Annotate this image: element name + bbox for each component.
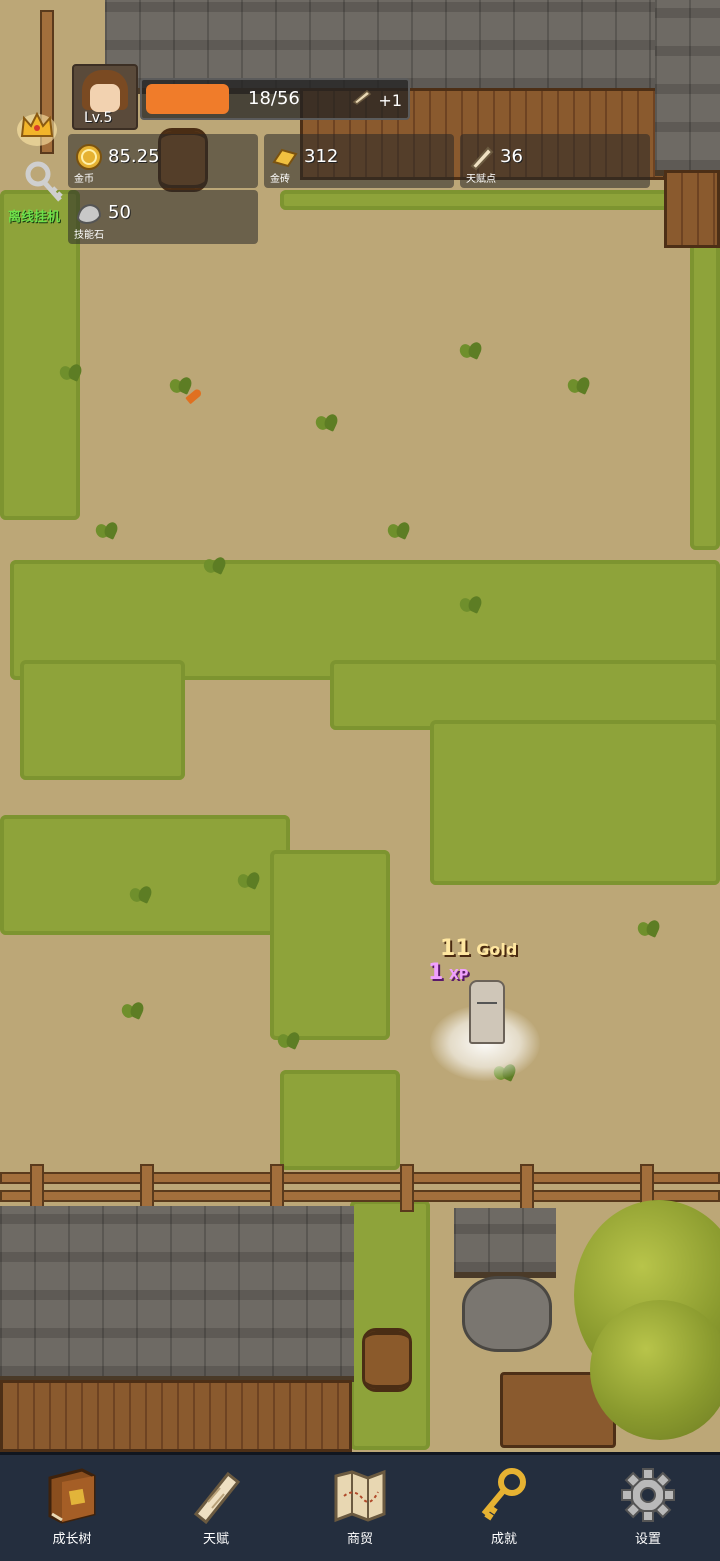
scroll-icon: [185, 1464, 247, 1526]
fence-post: [270, 1164, 284, 1212]
tree: [590, 1300, 720, 1440]
gold-coin-label: 金币: [74, 174, 94, 185]
grass-patch: [270, 850, 390, 1040]
scroll-icon: [466, 142, 496, 172]
crop-plant: [458, 594, 484, 616]
nav-achievement[interactable]: 成就: [432, 1455, 576, 1561]
idle-key-button[interactable]: [24, 160, 66, 208]
face: [90, 84, 120, 112]
fence-rail: [0, 1190, 720, 1202]
nav-settings-label: 设置: [634, 1532, 661, 1547]
key-icon: [473, 1464, 535, 1526]
crop-plant: [458, 340, 484, 362]
crop-plant: [314, 412, 340, 434]
nav-growth-tree[interactable]: 成长树: [0, 1455, 144, 1561]
nav-talent[interactable]: 天赋: [144, 1455, 288, 1561]
bottom-house-wall: [0, 1380, 352, 1452]
bottom-house-roof: [0, 1206, 354, 1382]
crop-plant: [386, 520, 412, 542]
grass-patch: [280, 1070, 400, 1170]
talent-points-value: 36: [500, 146, 523, 167]
grass-patch: [690, 240, 720, 550]
crop-plant: [636, 918, 662, 940]
nav-talent-label: 天赋: [202, 1532, 229, 1547]
xp-gain-popup: 1 XP: [428, 960, 468, 985]
crop-plant: [120, 1000, 146, 1022]
grass-patch: [430, 720, 720, 885]
xp-bonus: +1: [351, 88, 402, 110]
map-icon: [329, 1464, 391, 1526]
stone-icon: [74, 198, 104, 228]
gold-gain-amount: 11: [440, 936, 471, 961]
gold-coin-icon: [74, 142, 104, 172]
talent-points-label: 天赋点: [466, 174, 496, 185]
nav-achievement-label: 成就: [490, 1532, 517, 1547]
scroll-icon: [351, 89, 378, 110]
talent-points-box: 36 天赋点: [460, 134, 650, 188]
gear-icon: [617, 1464, 679, 1526]
fence-post: [30, 1164, 44, 1212]
gold-brick-value: 312: [304, 146, 339, 167]
gold-brick-box: 312 金砖: [264, 134, 454, 188]
character-eyes: [477, 1002, 497, 1008]
skill-stone-box: 50 技能石: [68, 190, 258, 244]
fence-post: [520, 1164, 534, 1212]
gold-gain-popup: 11 Gold: [440, 936, 517, 961]
xp-gain-amount: 1: [428, 960, 444, 985]
xp-gain-text: XP: [448, 968, 469, 983]
fence-post: [400, 1164, 414, 1212]
player-character[interactable]: [469, 980, 505, 1044]
skill-stone-label: 技能石: [74, 230, 104, 241]
xp-bonus-text: +1: [378, 91, 402, 110]
skill-stone-value: 50: [108, 202, 131, 223]
crop-plant: [202, 555, 228, 577]
gold-brick-label: 金砖: [270, 174, 290, 185]
barrel: [362, 1328, 412, 1392]
xp-bar-fill: [146, 84, 229, 114]
gold-coin-value: 85.25: [108, 146, 160, 167]
well-roof: [454, 1208, 556, 1278]
crop-plant: [58, 362, 84, 384]
gold-gain-text: Gold: [476, 940, 518, 959]
crown-icon[interactable]: [14, 106, 60, 148]
nav-growth-tree-label: 成长树: [52, 1532, 92, 1547]
gold-bar-icon: [270, 142, 300, 172]
stone-well: [462, 1276, 552, 1352]
nav-trade-label: 商贸: [346, 1532, 373, 1547]
book-icon: [41, 1464, 103, 1526]
right-house-wall: [664, 170, 720, 248]
xp-bar-text: 18/56: [248, 88, 300, 109]
crop-plant: [94, 520, 120, 542]
player-level: Lv.5: [84, 110, 113, 126]
grass-patch: [350, 1200, 430, 1450]
nav-trade[interactable]: 商贸: [288, 1455, 432, 1561]
nav-settings[interactable]: 设置: [576, 1455, 720, 1561]
xp-bar: 18/56 +1: [140, 78, 410, 120]
fence-rail: [0, 1172, 720, 1184]
crop-plant: [128, 884, 154, 906]
grass-patch: [280, 190, 700, 210]
crop-plant: [566, 375, 592, 397]
right-house-roof: [655, 0, 720, 176]
fence-post: [140, 1164, 154, 1212]
gold-coin-box: 85.25 金币: [68, 134, 258, 188]
bottom-nav: 成长树 天赋 商贸 成就 设置: [0, 1452, 720, 1561]
idle-label[interactable]: 离线挂机: [8, 206, 60, 225]
crop-plant: [276, 1030, 302, 1052]
grass-patch: [20, 660, 185, 780]
crop-plant: [236, 870, 262, 892]
